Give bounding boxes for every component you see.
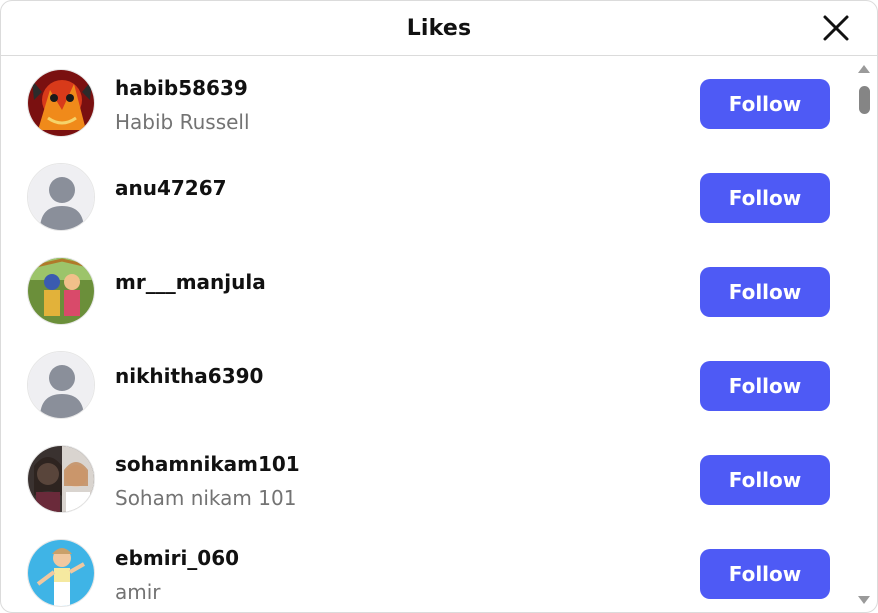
scroll-up-arrow-icon[interactable]	[858, 65, 870, 73]
user-names: nikhitha6390	[115, 364, 263, 388]
user-names: habib58639 Habib Russell	[115, 76, 250, 134]
follow-button[interactable]: Follow	[700, 173, 830, 223]
follow-button[interactable]: Follow	[700, 79, 830, 129]
default-avatar-icon	[28, 352, 94, 418]
avatar-image	[28, 258, 94, 324]
avatar[interactable]	[27, 445, 95, 513]
username[interactable]: mr___manjula	[115, 270, 266, 294]
user-names: ebmiri_060 amir	[115, 546, 239, 604]
default-avatar-icon	[28, 164, 94, 230]
likes-list: habib58639 Habib Russell Follow anu47267…	[1, 56, 853, 612]
follow-button[interactable]: Follow	[700, 267, 830, 317]
full-name: Habib Russell	[115, 110, 250, 134]
avatar-image	[28, 540, 94, 606]
close-icon[interactable]	[819, 11, 853, 45]
user-names: anu47267	[115, 176, 227, 200]
avatar[interactable]	[27, 163, 95, 231]
avatar-image	[28, 446, 94, 512]
list-item[interactable]: mr___manjula Follow	[1, 244, 853, 338]
avatar[interactable]	[27, 351, 95, 419]
list-item[interactable]: nikhitha6390 Follow	[1, 338, 853, 432]
username[interactable]: ebmiri_060	[115, 546, 239, 570]
list-item[interactable]: sohamnikam101 Soham nikam 101 Follow	[1, 432, 853, 526]
username[interactable]: habib58639	[115, 76, 250, 100]
scrollbar[interactable]	[857, 61, 871, 606]
full-name: amir	[115, 580, 161, 604]
likes-dialog: Likes habib58639 Habib Russell Follow an…	[0, 0, 878, 613]
follow-button[interactable]: Follow	[700, 361, 830, 411]
dialog-header: Likes	[1, 1, 877, 56]
scroll-down-arrow-icon[interactable]	[858, 596, 870, 604]
list-item[interactable]: habib58639 Habib Russell Follow	[1, 56, 853, 150]
follow-button[interactable]: Follow	[700, 549, 830, 599]
dialog-title: Likes	[406, 15, 472, 41]
user-names: sohamnikam101 Soham nikam 101	[115, 452, 300, 510]
list-item[interactable]: anu47267 Follow	[1, 150, 853, 244]
user-names: mr___manjula	[115, 270, 266, 294]
avatar-image	[28, 70, 94, 136]
list-item[interactable]: ebmiri_060 amir Follow	[1, 526, 853, 612]
avatar[interactable]	[27, 257, 95, 325]
full-name: Soham nikam 101	[115, 486, 297, 510]
follow-button[interactable]: Follow	[700, 455, 830, 505]
username[interactable]: nikhitha6390	[115, 364, 263, 388]
avatar[interactable]	[27, 539, 95, 607]
username[interactable]: anu47267	[115, 176, 227, 200]
username[interactable]: sohamnikam101	[115, 452, 300, 476]
avatar[interactable]	[27, 69, 95, 137]
scrollbar-thumb[interactable]	[859, 86, 870, 114]
